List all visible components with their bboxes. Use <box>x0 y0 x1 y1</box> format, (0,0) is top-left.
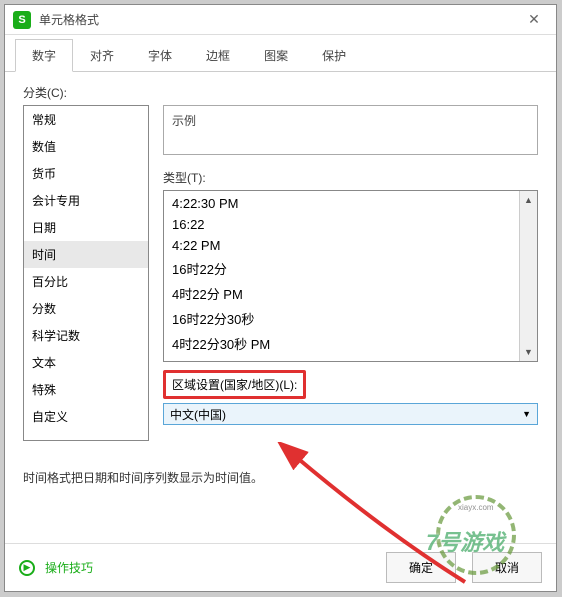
category-label: 分类(C): <box>23 84 538 101</box>
type-item[interactable]: 4时22分 PM <box>164 281 519 306</box>
cancel-button[interactable]: 取消 <box>472 552 542 583</box>
footer: ▶ 操作技巧 确定 取消 <box>5 543 556 591</box>
cat-number[interactable]: 数值 <box>24 133 148 160</box>
type-list[interactable]: 4:22:30 PM 16:22 4:22 PM 16时22分 4时22分 PM… <box>163 190 538 362</box>
content-area: 分类(C): 常规 数值 货币 会计专用 日期 时间 百分比 分数 科学记数 文… <box>5 72 556 543</box>
cat-special[interactable]: 特殊 <box>24 376 148 403</box>
cat-fraction[interactable]: 分数 <box>24 295 148 322</box>
cat-custom[interactable]: 自定义 <box>24 403 148 430</box>
example-label: 示例 <box>172 114 196 128</box>
type-item[interactable]: 16:22 <box>164 214 519 235</box>
app-icon: S <box>13 11 31 29</box>
scroll-track[interactable] <box>520 209 537 343</box>
play-icon: ▶ <box>19 560 35 576</box>
tab-number[interactable]: 数字 <box>15 39 73 72</box>
cat-accounting[interactable]: 会计专用 <box>24 187 148 214</box>
tab-align[interactable]: 对齐 <box>73 39 131 71</box>
titlebar: S 单元格格式 ✕ <box>5 5 556 35</box>
example-box: 示例 <box>163 105 538 155</box>
locale-label: 区域设置(国家/地区)(L): <box>172 378 297 392</box>
category-list[interactable]: 常规 数值 货币 会计专用 日期 时间 百分比 分数 科学记数 文本 特殊 自定… <box>23 105 149 441</box>
dialog-title: 单元格格式 <box>39 11 520 28</box>
cat-currency[interactable]: 货币 <box>24 160 148 187</box>
cat-percent[interactable]: 百分比 <box>24 268 148 295</box>
tips-link[interactable]: 操作技巧 <box>45 559 370 576</box>
scroll-up-icon[interactable]: ▲ <box>520 191 537 209</box>
type-item[interactable]: 4时22分30秒 PM <box>164 331 519 356</box>
locale-label-highlight: 区域设置(国家/地区)(L): <box>163 370 306 399</box>
cat-time[interactable]: 时间 <box>24 241 148 268</box>
cat-scientific[interactable]: 科学记数 <box>24 322 148 349</box>
locale-value: 中文(中国) <box>170 406 226 423</box>
locale-select[interactable]: 中文(中国) ▼ <box>163 403 538 425</box>
right-panel: 示例 类型(T): 4:22:30 PM 16:22 4:22 PM 16时22… <box>163 105 538 441</box>
tab-font[interactable]: 字体 <box>131 39 189 71</box>
tab-protect[interactable]: 保护 <box>305 39 363 71</box>
type-item[interactable]: 16时22分30秒 <box>164 306 519 331</box>
cat-general[interactable]: 常规 <box>24 106 148 133</box>
chevron-down-icon: ▼ <box>522 409 531 419</box>
description-text: 时间格式把日期和时间序列数显示为时间值。 <box>23 469 538 486</box>
ok-button[interactable]: 确定 <box>386 552 456 583</box>
close-button[interactable]: ✕ <box>520 6 548 34</box>
type-item[interactable]: 4:22:30 PM <box>164 193 519 214</box>
type-item[interactable]: 16时22分 <box>164 256 519 281</box>
tab-pattern[interactable]: 图案 <box>247 39 305 71</box>
scroll-down-icon[interactable]: ▼ <box>520 343 537 361</box>
tab-bar: 数字 对齐 字体 边框 图案 保护 <box>5 35 556 72</box>
type-scrollbar[interactable]: ▲ ▼ <box>519 191 537 361</box>
type-label: 类型(T): <box>163 169 538 186</box>
type-item[interactable]: 4:22 PM <box>164 235 519 256</box>
tab-border[interactable]: 边框 <box>189 39 247 71</box>
cell-format-dialog: S 单元格格式 ✕ 数字 对齐 字体 边框 图案 保护 分类(C): 常规 数值… <box>4 4 557 592</box>
cat-text[interactable]: 文本 <box>24 349 148 376</box>
cat-date[interactable]: 日期 <box>24 214 148 241</box>
